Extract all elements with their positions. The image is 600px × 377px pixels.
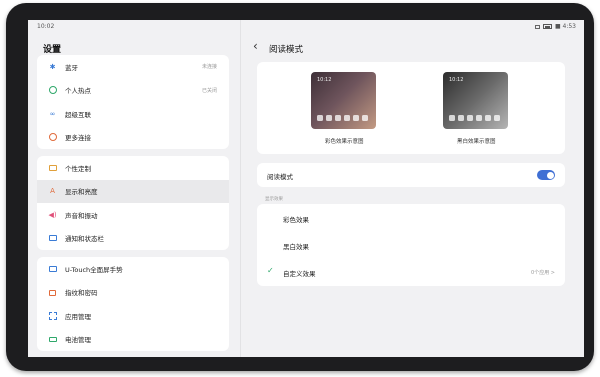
option-bw-effect[interactable]: 黑白效果 [257,231,565,258]
sidebar-item-label: 蓝牙 [65,63,78,72]
option-label: 黑白效果 [283,243,309,251]
fingerprint-password-icon [48,288,57,297]
bw-preview-caption: 黑白效果示意图 [457,139,496,145]
settings-title: 设置 [43,45,62,55]
sidebar-item-value: 已关闭 [201,87,217,94]
display-effect-options: 彩色效果 黑白效果 ✓ 自定义效果 0个应用 > [257,204,565,286]
option-app-count: 0个应用 > [531,270,555,276]
option-color-effect[interactable]: 彩色效果 [257,204,565,231]
bluetooth-icon: ✱ [49,62,56,71]
display-effect-section-label: 显示效果 [265,197,283,202]
more-connections-icon [48,133,57,142]
sidebar-item-label: 个人热点 [65,87,91,96]
sidebar-item-label: 超级互联 [65,110,91,119]
super-interconnect-icon: ∞ [49,109,56,118]
sidebar-item-sound-vibration[interactable]: ◀) 声音和振动 [37,203,229,227]
sidebar-item-display-brightness[interactable]: A 显示和亮度 [37,179,229,203]
back-arrow-icon[interactable]: ‹ [253,39,258,53]
hotspot-icon [48,86,57,95]
battery-management-icon [48,335,57,344]
app-management-icon [48,311,57,320]
display-brightness-icon: A [50,187,55,196]
sidebar-item-utouch[interactable]: U-Touch全面屏手势 [37,257,229,281]
sidebar-item-label: 指纹和密码 [65,289,98,298]
sidebar-item-more-connections[interactable]: 更多连接 [37,126,229,150]
utouch-icon [48,264,57,273]
checkmark-icon: ✓ [267,266,274,275]
reading-mode-panel: ‹ 阅读模式 10:12 彩色效果示意图 10:12 黑白效果示意图 阅读模式 … [241,20,584,357]
app-icons-grid [317,115,368,121]
bw-preview-image: 10:12 [443,72,508,129]
sidebar-item-fingerprint-password[interactable]: 指纹和密码 [37,281,229,305]
sidebar-item-hotspot[interactable]: 个人热点 已关闭 [37,79,229,103]
reading-mode-toggle-row: 阅读模式 [257,163,565,187]
preview-time: 10:12 [317,77,332,83]
option-label: 自定义效果 [283,270,316,278]
reading-mode-toggle-label: 阅读模式 [267,173,293,181]
sidebar-item-label: 显示和亮度 [65,188,98,197]
sidebar-item-bluetooth[interactable]: ✱ 蓝牙 未连接 [37,55,229,79]
sidebar-item-personalization[interactable]: 个性定制 [37,156,229,180]
sidebar-item-label: 声音和振动 [65,211,98,220]
option-custom-effect[interactable]: ✓ 自定义效果 0个应用 > [257,258,565,285]
sidebar-item-label: 电池管理 [65,336,91,345]
settings-group-system: U-Touch全面屏手势 指纹和密码 应用管理 电池管理 [37,257,229,351]
sidebar-item-label: 更多连接 [65,134,91,143]
preview-time: 10:12 [449,77,464,83]
sound-vibration-icon: ◀) [48,210,57,219]
sidebar-item-super-interconnect[interactable]: ∞ 超级互联 [37,102,229,126]
color-preview-caption: 彩色效果示意图 [325,139,364,145]
sidebar-item-app-management[interactable]: 应用管理 [37,304,229,328]
color-preview-image: 10:12 [311,72,376,129]
page-title: 阅读模式 [269,45,304,55]
switch-knob [546,171,554,179]
sidebar-item-label: U-Touch全面屏手势 [65,265,123,274]
reading-mode-switch[interactable] [537,170,555,180]
option-label: 彩色效果 [283,216,309,224]
settings-group-connectivity: ✱ 蓝牙 未连接 个人热点 已关闭 ∞ 超级互联 更多连接 [37,55,229,149]
settings-sidebar: 设置 ✱ 蓝牙 未连接 个人热点 已关闭 ∞ 超级互联 更多连接 个性定制 A … [28,20,240,357]
app-icons-grid [449,115,500,121]
sidebar-item-notification-statusbar[interactable]: 通知和状态栏 [37,227,229,251]
settings-group-display: 个性定制 A 显示和亮度 ◀) 声音和振动 通知和状态栏 [37,156,229,250]
preview-card: 10:12 彩色效果示意图 10:12 黑白效果示意图 [257,62,565,154]
sidebar-item-label: 应用管理 [65,312,91,321]
sidebar-item-battery-management[interactable]: 电池管理 [37,328,229,352]
screen: 10:02 ■ 4:53 设置 ✱ 蓝牙 未连接 个人热点 已关闭 ∞ 超级互联… [28,20,584,357]
personalization-icon [48,163,57,172]
sidebar-item-label: 个性定制 [65,164,91,173]
sidebar-item-label: 通知和状态栏 [65,235,104,244]
sidebar-item-value: 未连接 [201,64,217,71]
notification-statusbar-icon [48,234,57,243]
tablet-frame: 10:02 ■ 4:53 设置 ✱ 蓝牙 未连接 个人热点 已关闭 ∞ 超级互联… [6,3,594,371]
